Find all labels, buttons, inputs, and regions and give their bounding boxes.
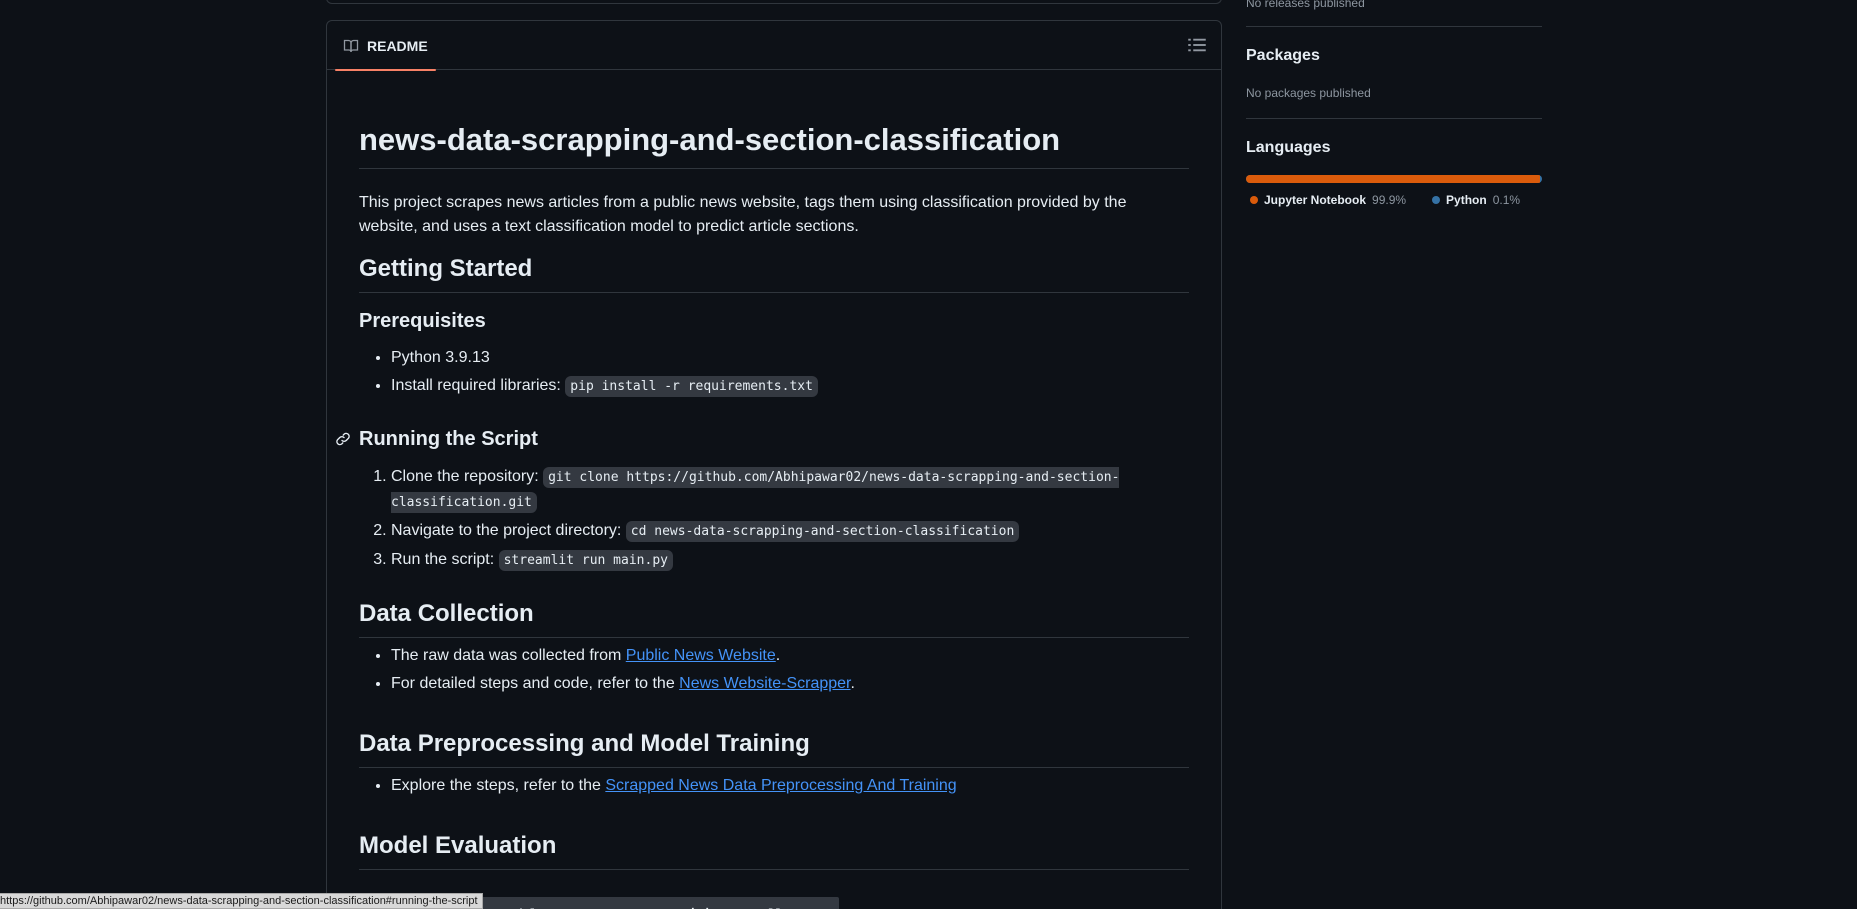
- heading-text: Running the Script: [359, 428, 538, 450]
- intro-paragraph: This project scrapes news articles from …: [359, 194, 1127, 235]
- previous-panel-edge: [326, 0, 1222, 4]
- heading-model-evaluation: Model Evaluation: [359, 831, 1189, 870]
- data-collection-list: The raw data was collected from Public N…: [391, 644, 1181, 700]
- public-news-website-link[interactable]: Public News Website: [626, 647, 776, 664]
- heading-getting-started: Getting Started: [359, 254, 1189, 293]
- list-item: Run the script: streamlit run main.py: [391, 548, 1181, 573]
- language-list: Jupyter Notebook 99.9% Python 0.1%: [1250, 193, 1520, 207]
- heading-data-collection: Data Collection: [359, 599, 1189, 638]
- inline-code: streamlit run main.py: [498, 550, 673, 571]
- language-bar-segment: [1246, 175, 1540, 183]
- divider: [1246, 26, 1542, 27]
- readme-tab-label: README: [367, 37, 428, 54]
- list-item: Explore the steps, refer to the Scrapped…: [391, 774, 1181, 798]
- language-color-dot: [1432, 196, 1441, 204]
- list-item: Python 3.9.13: [391, 346, 1181, 370]
- language-percent: 0.1%: [1492, 193, 1521, 207]
- preprocessing-training-link[interactable]: Scrapped News Data Preprocessing And Tra…: [605, 777, 956, 794]
- list-item: Install required libraries: pip install …: [391, 374, 1181, 399]
- language-python[interactable]: Python 0.1%: [1432, 193, 1520, 207]
- running-steps-list: Clone the repository: git clone https://…: [391, 465, 1181, 577]
- readme-header: README: [327, 21, 1221, 71]
- heading-data-preprocessing: Data Preprocessing and Model Training: [359, 729, 1189, 768]
- book-icon: [343, 39, 359, 52]
- readme-tab[interactable]: README: [335, 21, 436, 71]
- divider: [1246, 118, 1542, 119]
- releases-note: No releases published: [1246, 0, 1365, 10]
- list-item: Navigate to the project directory: cd ne…: [391, 519, 1181, 544]
- language-color-dot: [1250, 196, 1258, 204]
- language-jupyter-notebook[interactable]: Jupyter Notebook 99.9%: [1250, 193, 1406, 207]
- language-bar: [1246, 175, 1542, 183]
- list-item: The raw data was collected from Public N…: [391, 644, 1181, 668]
- link-icon[interactable]: [335, 431, 351, 447]
- heading-prerequisites: Prerequisites: [359, 310, 486, 332]
- news-website-scrapper-link[interactable]: News Website-Scrapper: [679, 675, 850, 692]
- prerequisites-list: Python 3.9.13 Install required libraries…: [391, 346, 1181, 403]
- heading-running-the-script: Running the Script: [336, 427, 1189, 452]
- inline-code: pip install -r requirements.txt: [565, 376, 818, 397]
- outline-list-icon[interactable]: [1187, 35, 1207, 55]
- language-percent: 99.9%: [1372, 193, 1407, 207]
- readme-title: news-data-scrapping-and-section-classifi…: [359, 121, 1189, 170]
- packages-heading[interactable]: Packages: [1246, 47, 1320, 65]
- languages-heading: Languages: [1246, 139, 1331, 156]
- language-name: Python: [1446, 193, 1487, 207]
- preprocessing-list: Explore the steps, refer to the Scrapped…: [391, 774, 1181, 802]
- language-name: Jupyter Notebook: [1264, 193, 1367, 207]
- packages-note: No packages published: [1246, 86, 1371, 100]
- readme-panel: README news-data-scrapping-and-section-c…: [326, 20, 1222, 909]
- link-hover-status-url: https://github.com/Abhipawar02/news-data…: [0, 893, 483, 909]
- list-item: For detailed steps and code, refer to th…: [391, 672, 1181, 696]
- list-item: Clone the repository: git clone https://…: [391, 465, 1181, 515]
- inline-code: cd news-data-scrapping-and-section-class…: [625, 521, 1020, 542]
